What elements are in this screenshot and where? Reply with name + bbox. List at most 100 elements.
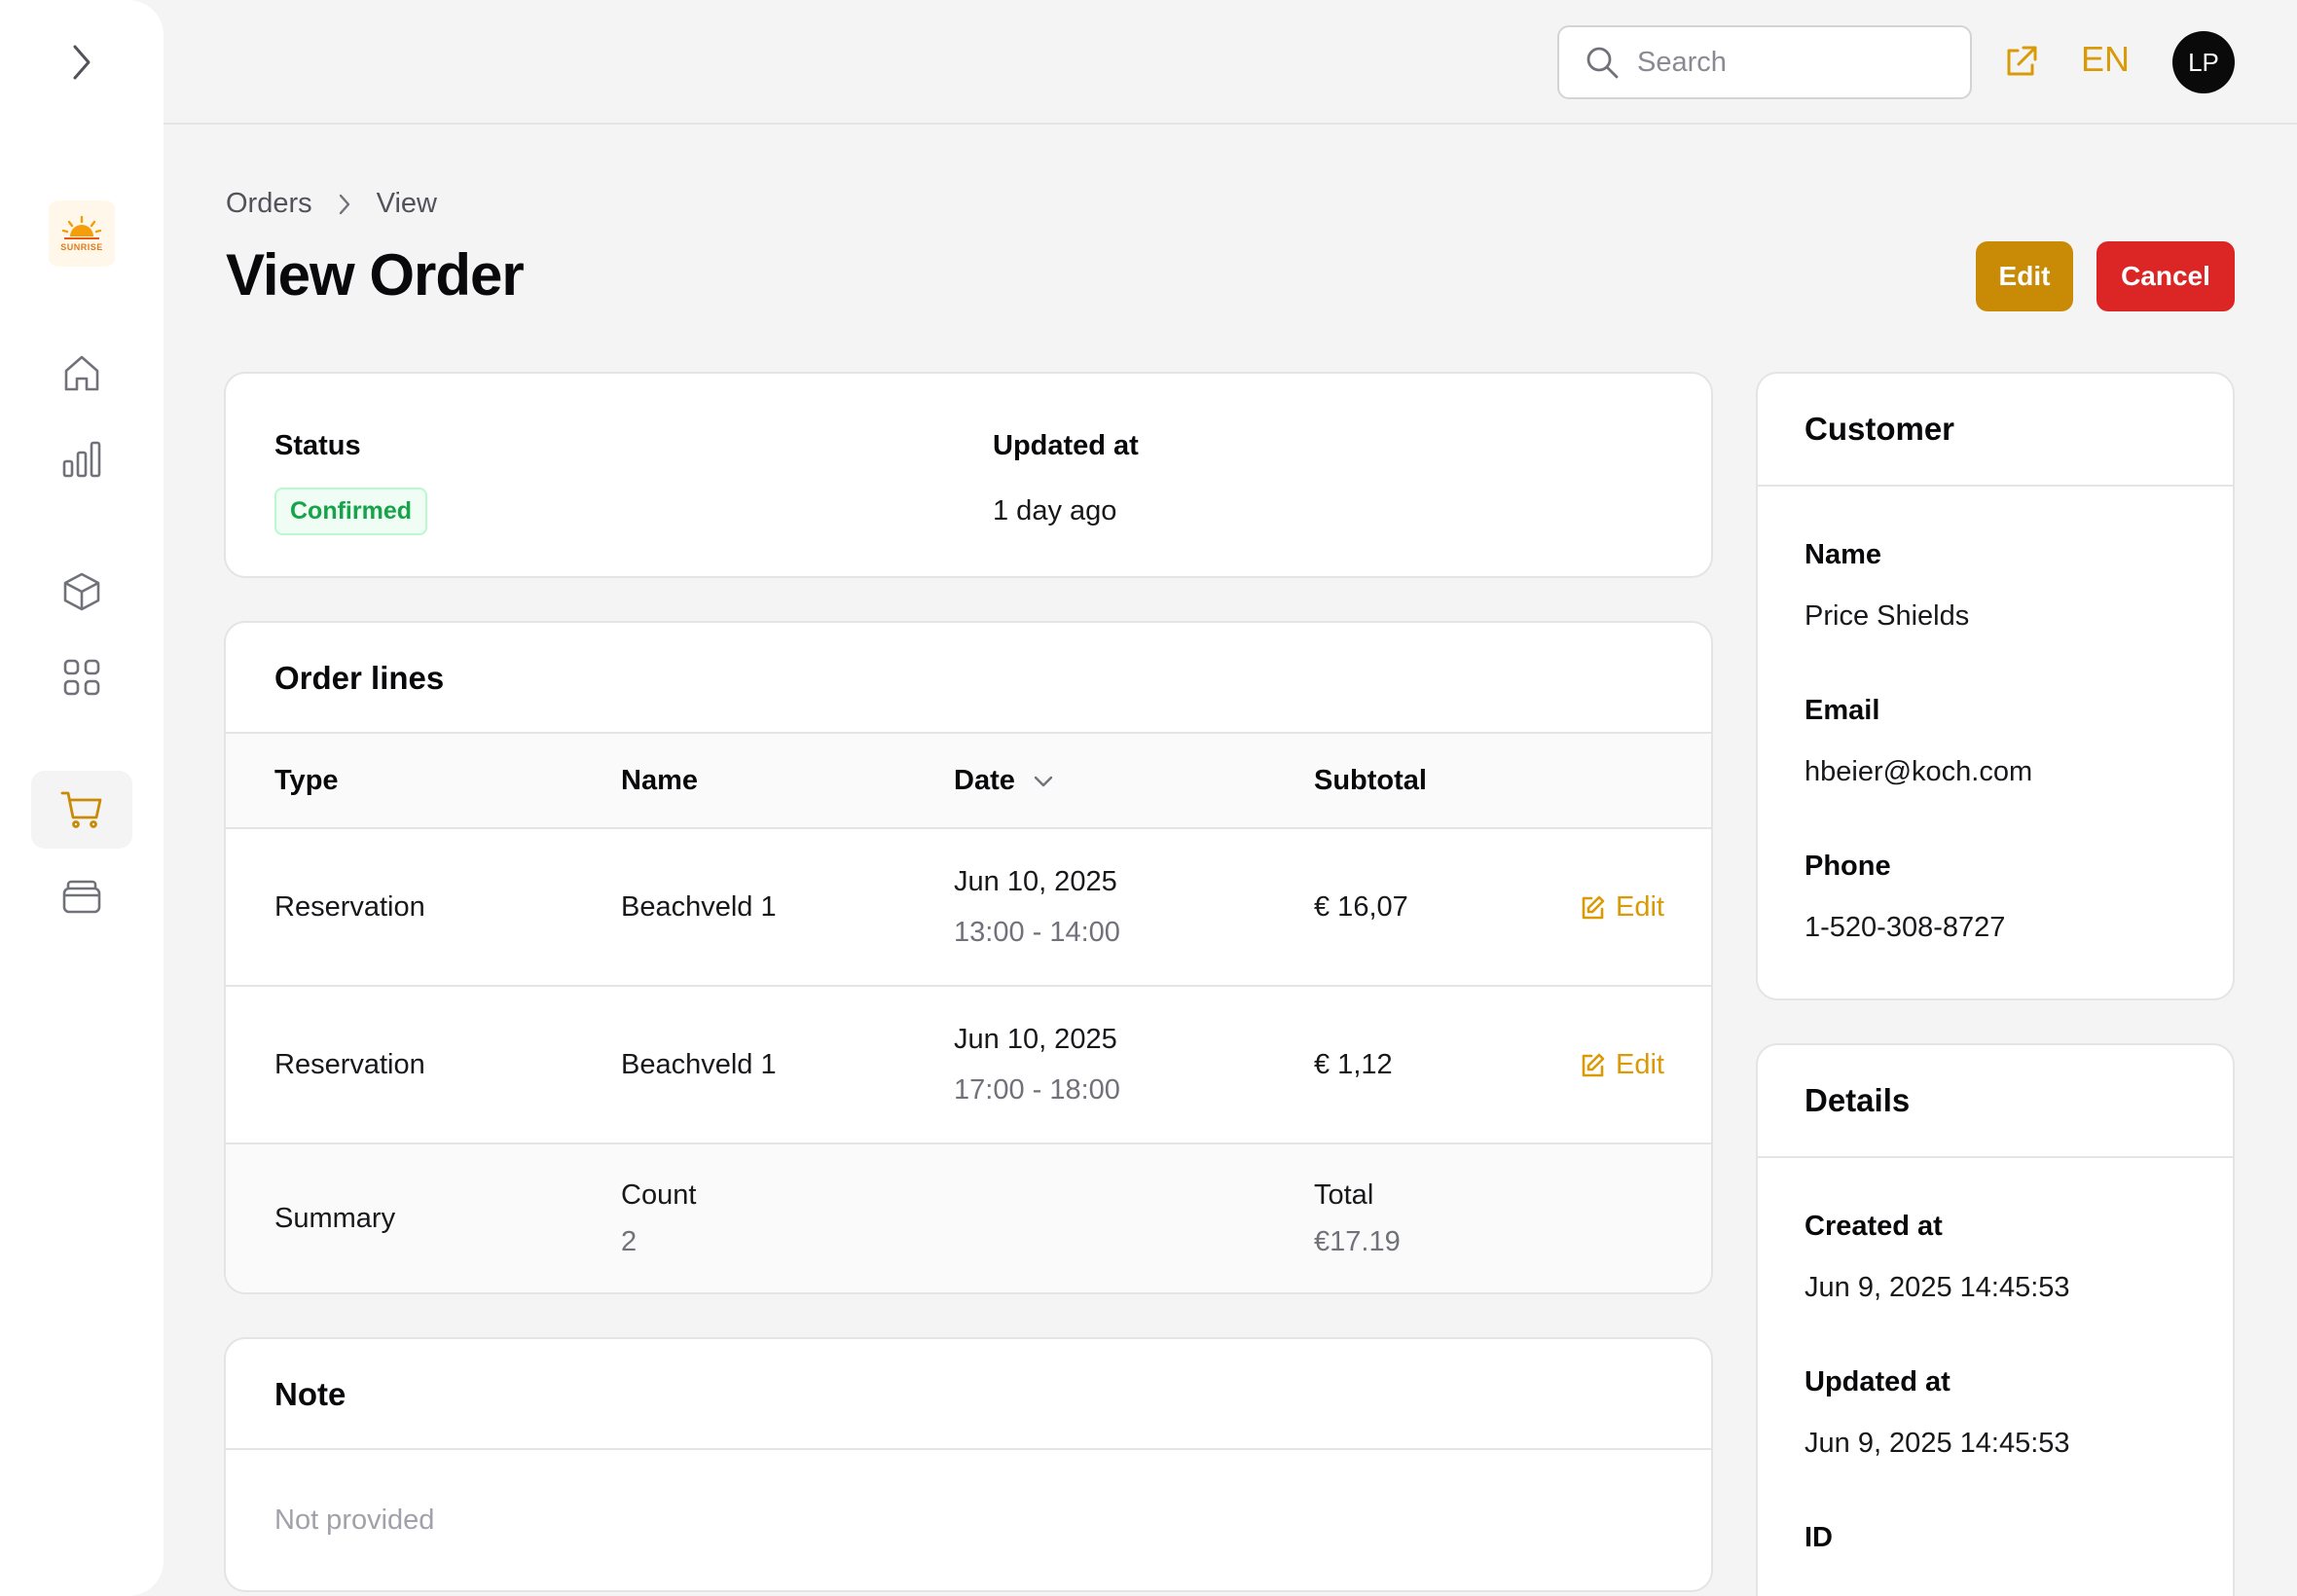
customer-header: Customer <box>1758 374 2233 487</box>
note-title: Note <box>274 1376 346 1412</box>
status-badge: Confirmed <box>274 488 427 535</box>
column-header-date-label: Date <box>954 765 1015 796</box>
sidebar-item-analytics[interactable] <box>31 420 132 498</box>
row-edit-label: Edit <box>1616 1049 1664 1080</box>
user-avatar[interactable]: LP <box>2172 31 2235 93</box>
cell-type: Reservation <box>274 891 425 923</box>
customer-title: Customer <box>1805 411 1955 447</box>
sidebar-item-inventory[interactable] <box>31 856 132 934</box>
customer-email-label: Email <box>1805 695 1880 726</box>
stack-icon <box>62 880 101 914</box>
details-title: Details <box>1805 1082 1911 1118</box>
details-card: Details Created at Jun 9, 2025 14:45:53 … <box>1756 1043 2235 1596</box>
open-external-button[interactable] <box>2001 43 2040 82</box>
sidebar-item-products[interactable] <box>31 553 132 631</box>
sunrise-logo[interactable]: SUNRISE <box>49 200 115 267</box>
breadcrumb-orders-link[interactable]: Orders <box>226 188 312 220</box>
cancel-order-button[interactable]: Cancel <box>2096 241 2235 311</box>
search-icon <box>1586 47 1619 79</box>
id-label: ID <box>1805 1522 1833 1553</box>
row-edit-button[interactable]: Edit <box>1579 1049 1664 1081</box>
customer-name-label: Name <box>1805 539 1881 570</box>
chevron-right-icon <box>73 45 91 80</box>
customer-card: Customer Name Price Shields Email hbeier… <box>1756 372 2235 1000</box>
summary-total-label: Total <box>1314 1179 1374 1211</box>
bar-chart-icon <box>62 441 101 478</box>
row-edit-button[interactable]: Edit <box>1579 891 1664 924</box>
order-lines-header: Order lines <box>226 623 1711 734</box>
edit-order-button[interactable]: Edit <box>1976 241 2073 311</box>
home-icon <box>64 355 99 391</box>
order-lines-title: Order lines <box>274 660 445 696</box>
external-link-icon <box>2007 46 2037 76</box>
summary-count-label: Count <box>621 1179 697 1211</box>
summary-total-value: €17.19 <box>1314 1226 1401 1257</box>
cart-icon <box>60 791 102 828</box>
sidebar-item-home[interactable] <box>31 335 132 413</box>
sidebar-item-orders[interactable] <box>31 771 132 849</box>
customer-name-field: Name Price Shields <box>1805 539 1969 633</box>
sidebar-expand-button[interactable] <box>66 43 97 82</box>
updated-value: 1 day ago <box>993 495 1117 526</box>
cell-time: 13:00 - 14:00 <box>954 917 1120 948</box>
order-lines-card: Order lines Type Name Date Subtotal Rese… <box>224 621 1713 1294</box>
column-header-name: Name <box>621 765 698 796</box>
customer-email-value: hbeier@koch.com <box>1805 756 2033 787</box>
sidebar-item-apps[interactable] <box>31 638 132 716</box>
note-header: Note <box>226 1339 1711 1450</box>
logo-text: SUNRISE <box>60 242 103 252</box>
note-value: Not provided <box>274 1505 435 1536</box>
details-updated-value: Jun 9, 2025 14:45:53 <box>1805 1428 2070 1459</box>
app-root: SUNRISE EN LP Orders <box>0 0 2297 1596</box>
topbar <box>164 0 2297 125</box>
breadcrumb-separator <box>338 193 351 216</box>
note-card: Note Not provided <box>224 1337 1713 1592</box>
details-updated-field: Updated at Jun 9, 2025 14:45:53 <box>1805 1366 2070 1460</box>
status-field: Status Confirmed <box>274 430 427 535</box>
language-switcher[interactable]: EN <box>2081 39 2130 80</box>
breadcrumb: Orders View <box>226 188 437 220</box>
column-header-date[interactable]: Date <box>954 765 1054 797</box>
created-at-field: Created at Jun 9, 2025 14:45:53 <box>1805 1211 2070 1304</box>
column-header-type: Type <box>274 765 339 796</box>
cell-name: Beachveld 1 <box>621 1049 777 1080</box>
cell-name: Beachveld 1 <box>621 891 777 923</box>
edit-icon <box>1582 895 1605 919</box>
summary-row: Summary Count 2 Total €17.19 <box>226 1144 1711 1292</box>
box-icon <box>63 572 100 611</box>
created-at-value: Jun 9, 2025 14:45:53 <box>1805 1272 2070 1303</box>
status-label: Status <box>274 430 361 461</box>
sidebar: SUNRISE <box>0 0 164 1596</box>
customer-phone-value: 1-520-308-8727 <box>1805 912 2006 943</box>
cell-subtotal: € 16,07 <box>1314 891 1408 923</box>
id-field: ID <box>1805 1522 1833 1554</box>
details-updated-label: Updated at <box>1805 1366 1951 1397</box>
created-at-label: Created at <box>1805 1211 1943 1242</box>
customer-phone-field: Phone 1-520-308-8727 <box>1805 851 2005 944</box>
grid-icon <box>63 659 100 696</box>
search-box[interactable] <box>1557 25 1972 99</box>
updated-label: Updated at <box>993 430 1139 461</box>
cell-time: 17:00 - 18:00 <box>954 1074 1120 1106</box>
column-header-subtotal: Subtotal <box>1314 765 1427 796</box>
customer-email-field: Email hbeier@koch.com <box>1805 695 2032 788</box>
details-header: Details <box>1758 1045 2233 1158</box>
edit-icon <box>1582 1053 1605 1076</box>
search-input[interactable] <box>1637 46 1929 79</box>
status-card: Status Confirmed Updated at 1 day ago <box>224 372 1713 578</box>
table-row: Reservation Beachveld 1 Jun 10, 2025 17:… <box>226 987 1711 1144</box>
cell-date: Jun 10, 2025 <box>954 866 1117 897</box>
cell-date: Jun 10, 2025 <box>954 1024 1117 1055</box>
customer-phone-label: Phone <box>1805 851 1891 882</box>
sun-icon <box>61 215 102 239</box>
updated-field: Updated at 1 day ago <box>993 430 1139 527</box>
customer-name-value: Price Shields <box>1805 600 1970 632</box>
summary-count-value: 2 <box>621 1226 638 1257</box>
chevron-down-icon <box>1034 776 1053 786</box>
cell-subtotal: € 1,12 <box>1314 1049 1393 1080</box>
page-title: View Order <box>226 242 525 308</box>
summary-label: Summary <box>274 1203 396 1234</box>
breadcrumb-current: View <box>376 188 437 219</box>
row-edit-label: Edit <box>1616 891 1664 923</box>
cell-type: Reservation <box>274 1049 425 1080</box>
